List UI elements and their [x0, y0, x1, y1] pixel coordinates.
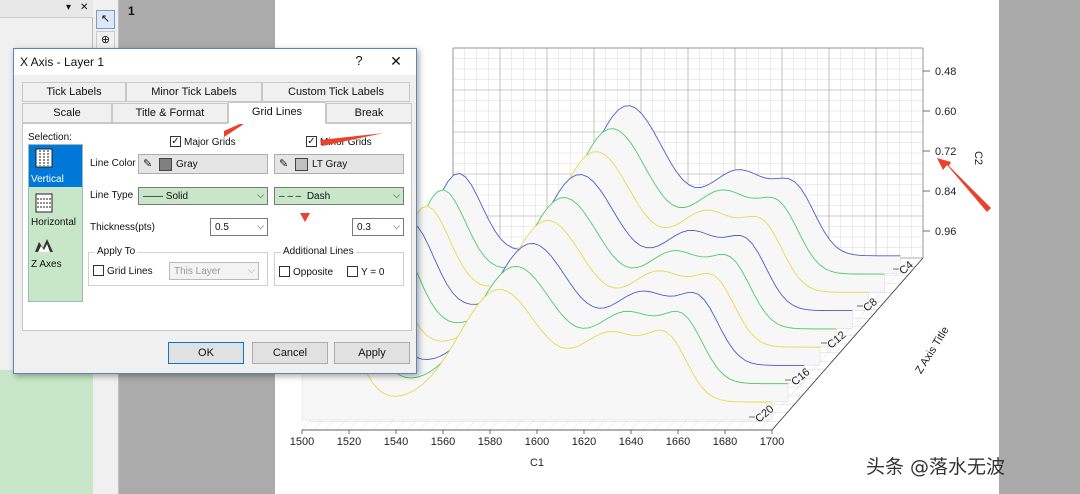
panel-green-area	[0, 370, 93, 494]
help-button[interactable]: ?	[350, 53, 368, 71]
z-axis-title: Z Axis Title	[913, 325, 951, 376]
minor-grids-label: Minor Grids	[320, 137, 372, 148]
y-axis-title: C2	[972, 151, 984, 165]
ok-button[interactable]: OK	[168, 342, 244, 364]
tab-title-format[interactable]: Title & Format	[112, 103, 228, 123]
additional-lines-label: Additional Lines	[281, 246, 356, 257]
major-color-button[interactable]: ✎ Gray	[138, 154, 268, 174]
major-color-swatch	[159, 158, 172, 171]
tab-tick-labels[interactable]: Tick Labels	[22, 82, 126, 102]
x-tick-label: 1520	[337, 436, 361, 448]
x-tick-label: 1600	[525, 436, 549, 448]
y0-label: Y = 0	[361, 267, 385, 278]
y-tick-label: 0.72	[935, 146, 956, 158]
panel-close-icon[interactable]: ✕	[80, 2, 88, 13]
selection-label: Selection:	[28, 132, 72, 143]
close-button[interactable]: ✕	[386, 53, 406, 71]
selection-list[interactable]: Vertical Horizontal Z Axes	[28, 144, 83, 302]
major-line-type-select[interactable]: —— Solid ⌵	[138, 187, 268, 205]
opposite-label: Opposite	[293, 267, 334, 278]
watermark: 头条 @落水无波	[866, 456, 1006, 478]
vertical-grid-icon	[35, 148, 53, 168]
tab-grid-lines[interactable]: Grid Lines	[228, 102, 326, 124]
pencil-icon: ✎	[279, 158, 289, 170]
dialog-title: X Axis - Layer 1	[20, 55, 105, 69]
pointer-tool-icon[interactable]: ↖	[96, 10, 115, 29]
chevron-down-icon: ⌵	[257, 221, 264, 231]
panel-header: ▾ ✕	[0, 0, 93, 18]
tab-break[interactable]: Break	[326, 103, 412, 123]
selection-z-axes[interactable]: Z Axes	[31, 259, 80, 270]
pencil-icon: ✎	[143, 158, 153, 170]
x-tick-label: 1640	[619, 436, 643, 448]
opposite-checkbox[interactable]	[279, 266, 290, 277]
apply-button[interactable]: Apply	[334, 342, 410, 364]
this-layer-value: This Layer	[174, 266, 221, 277]
x-tick-label: 1500	[290, 436, 314, 448]
selection-horizontal[interactable]: Horizontal	[31, 217, 80, 228]
pin-icon[interactable]: ▾	[66, 2, 71, 13]
major-line-type-value: —— Solid	[143, 191, 189, 202]
minor-line-type-value: – – – Dash	[279, 191, 331, 202]
apply-to-group: Apply To Grid Lines This Layer ⌵	[88, 246, 268, 286]
major-grids-label: Major Grids	[184, 137, 236, 148]
annotation-arrows	[937, 158, 991, 212]
y-tick-label: 0.84	[935, 186, 956, 198]
x-axis-title: C1	[530, 457, 544, 469]
tab-custom-tick-labels[interactable]: Custom Tick Labels	[262, 82, 410, 102]
minor-color-swatch	[295, 158, 308, 171]
major-grids-checkbox[interactable]: ✓	[170, 136, 181, 147]
x-tick-label: 1700	[760, 436, 784, 448]
grid-lines-checkbox[interactable]	[93, 265, 104, 276]
dialog-titlebar: X Axis - Layer 1 ? ✕	[14, 49, 416, 75]
y0-checkbox[interactable]	[347, 266, 358, 277]
apply-to-label: Apply To	[95, 246, 138, 257]
y-tick-label: 0.48	[935, 66, 956, 78]
y-tick-label: 0.60	[935, 106, 956, 118]
minor-color-name: LT Gray	[312, 159, 348, 170]
grid-lines-label: Grid Lines	[107, 266, 153, 277]
selection-vertical[interactable]: Vertical	[31, 174, 80, 185]
minor-line-type-select[interactable]: – – – Dash ⌵	[274, 187, 404, 205]
chevron-down-icon: ⌵	[257, 190, 264, 200]
y-tick-label: 0.96	[935, 226, 956, 238]
chevron-down-icon: ⌵	[393, 221, 400, 231]
tab-scale[interactable]: Scale	[22, 103, 112, 123]
line-color-label: Line Color	[90, 158, 136, 169]
major-thickness-value: 0.5	[215, 222, 229, 233]
cancel-button[interactable]: Cancel	[252, 342, 328, 364]
tab-minor-tick-labels[interactable]: Minor Tick Labels	[126, 82, 262, 102]
major-color-name: Gray	[176, 159, 198, 170]
chevron-down-icon: ⌵	[393, 190, 400, 200]
z-axes-icon	[35, 239, 53, 252]
minor-thickness-value: 0.3	[357, 222, 371, 233]
major-thickness-select[interactable]: 0.5 ⌵	[210, 218, 268, 236]
horizontal-grid-icon	[35, 193, 53, 213]
arrow-y-axis	[937, 158, 991, 212]
x-tick-label: 1680	[713, 436, 737, 448]
x-tick-label: 1620	[572, 436, 596, 448]
x-axis-dialog: X Axis - Layer 1 ? ✕ Tick Labels Minor T…	[13, 48, 417, 374]
line-type-label: Line Type	[90, 190, 134, 201]
minor-grids-checkbox[interactable]: ✓	[306, 136, 317, 147]
x-tick-label: 1580	[478, 436, 502, 448]
additional-lines-group: Additional Lines Opposite Y = 0	[274, 246, 404, 286]
x-tick-label: 1660	[666, 436, 690, 448]
thickness-label: Thickness(pts)	[90, 222, 156, 233]
chevron-down-icon: ⌵	[248, 265, 255, 275]
right-margin	[999, 0, 1080, 494]
minor-thickness-select[interactable]: 0.3 ⌵	[352, 218, 404, 236]
x-tick-label: 1560	[431, 436, 455, 448]
window-number: 1	[128, 4, 135, 18]
x-tick-label: 1540	[384, 436, 408, 448]
minor-color-button[interactable]: ✎ LT Gray	[274, 154, 404, 174]
this-layer-select[interactable]: This Layer ⌵	[169, 262, 259, 280]
